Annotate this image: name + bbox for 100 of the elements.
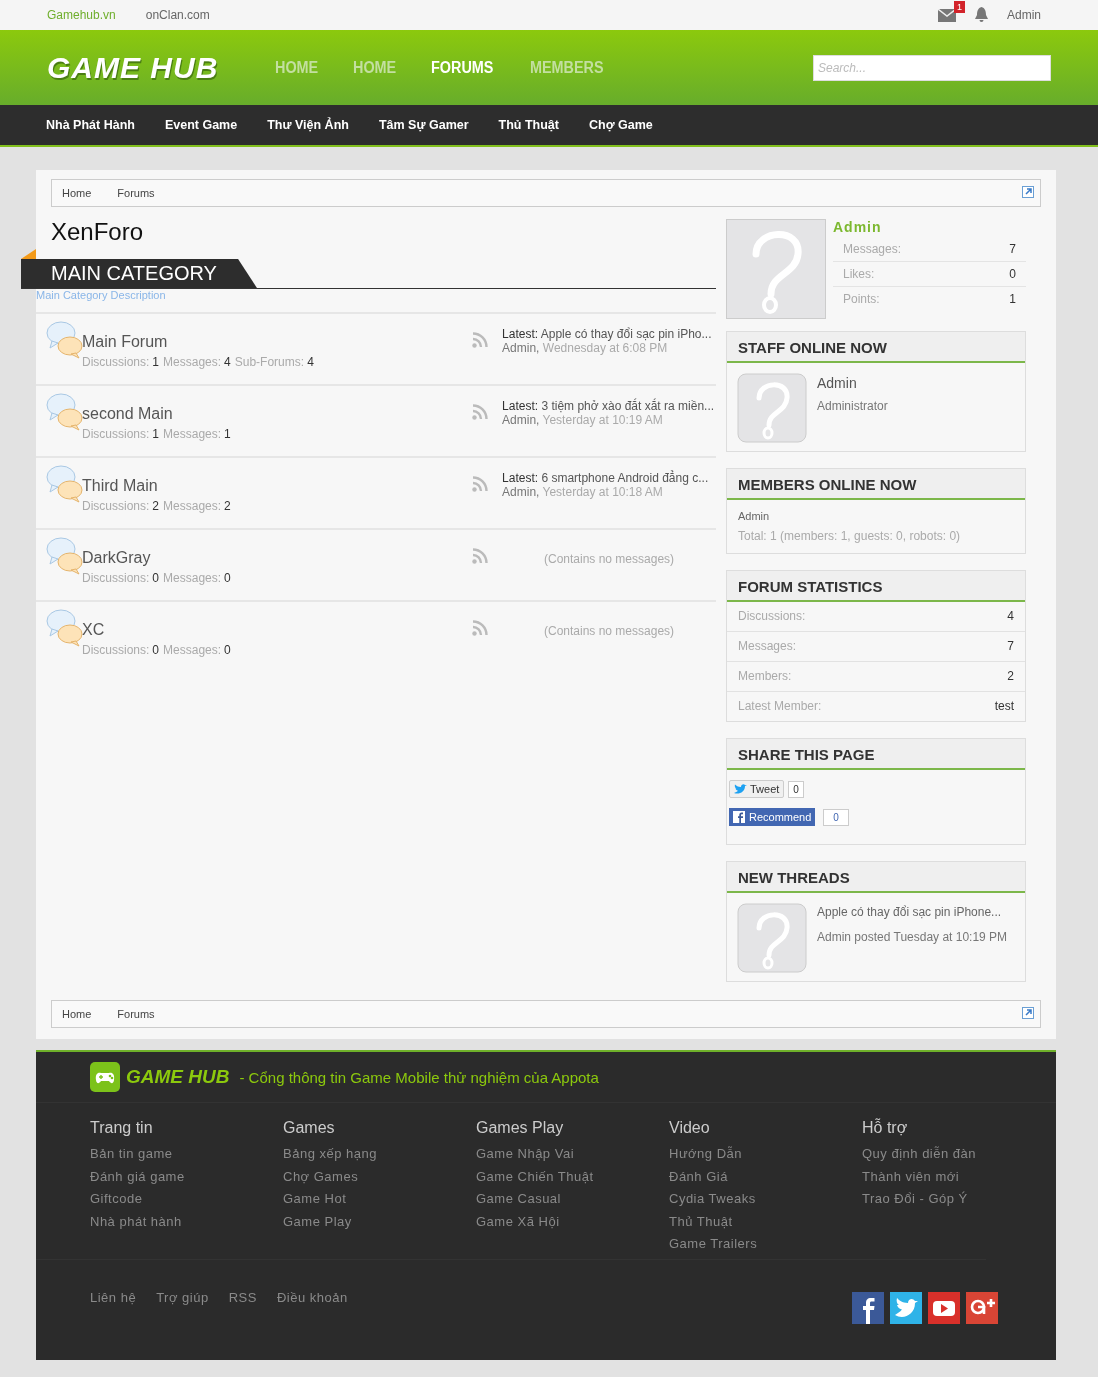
staff-name[interactable]: Admin <box>817 375 888 391</box>
stat-value: 7 <box>1009 242 1016 256</box>
nav-link[interactable]: Tâm Sự Gamer <box>378 118 469 132</box>
search-field[interactable]: Search... <box>813 54 1051 81</box>
footer-link[interactable]: Chợ Games <box>283 1165 476 1188</box>
plus-icon[interactable] <box>966 1292 998 1324</box>
footer-link[interactable]: Game Xã Hội <box>476 1210 669 1233</box>
member-link[interactable]: Admin <box>738 510 1014 522</box>
stat-label: Messages: <box>843 242 902 256</box>
footer-link[interactable]: Đánh Giá <box>669 1165 862 1188</box>
video-play-icon[interactable] <box>928 1292 960 1324</box>
footer-link[interactable]: Game Hot <box>283 1188 476 1211</box>
facebook-icon[interactable] <box>852 1292 884 1324</box>
forum-title[interactable]: second Main <box>82 405 473 423</box>
stat-value: 4 <box>1007 609 1014 623</box>
rss-icon[interactable] <box>472 548 489 564</box>
jump-icon[interactable] <box>1022 1007 1034 1019</box>
nav-link[interactable]: Thư Viện Ảnh <box>267 118 349 132</box>
bird-icon[interactable] <box>890 1292 922 1324</box>
stat-value: 1 <box>1009 292 1016 306</box>
footer-link[interactable]: Đánh giá game <box>90 1165 283 1188</box>
footer-link[interactable]: Trao Đổi - Góp Ý <box>862 1188 1055 1211</box>
footer-link[interactable]: Điều khoản <box>276 1290 348 1305</box>
footer-link[interactable]: Game Trailers <box>669 1233 862 1256</box>
footer-link[interactable]: Game Chiến Thuật <box>476 1165 669 1188</box>
stat-label: Latest Member: <box>738 699 822 713</box>
stat-value: 4 <box>224 355 231 369</box>
forum-title[interactable]: Main Forum <box>82 333 473 351</box>
post-time: Yesterday at 10:19 AM <box>542 413 663 427</box>
footer-link[interactable]: Trợ giúp <box>156 1290 209 1305</box>
footer-logo[interactable]: GAME HUB <box>126 1066 230 1088</box>
footer-link[interactable]: Giftcode <box>90 1188 283 1211</box>
speech-bubbles-icon <box>46 465 84 503</box>
latest-thread-link[interactable]: 6 smartphone Android đẳng c... <box>541 471 709 485</box>
footer-link[interactable]: Liên hệ <box>90 1290 137 1305</box>
nav-link[interactable]: Event Game <box>164 118 238 132</box>
nav-tab[interactable]: FORUMS <box>431 58 494 77</box>
mail-icon[interactable] <box>938 8 956 22</box>
jump-icon[interactable] <box>1022 186 1034 198</box>
nav-link[interactable]: Chợ Game <box>589 118 653 132</box>
footer-link[interactable]: RSS <box>228 1290 257 1305</box>
footer-link[interactable]: Nhà phát hành <box>90 1210 283 1233</box>
footer-link[interactable]: Game Play <box>283 1210 476 1233</box>
footer-link[interactable]: Thủ Thuật <box>669 1210 862 1233</box>
footer-heading: Trang tin <box>90 1119 154 1137</box>
bell-icon[interactable] <box>974 7 989 23</box>
footer-heading: Games Play <box>476 1119 565 1137</box>
panel-heading: STAFF ONLINE NOW <box>727 332 1025 363</box>
stat-value: 0 <box>224 571 231 585</box>
forum-title[interactable]: XC <box>82 621 473 639</box>
user-link[interactable]: Admin, <box>502 341 540 355</box>
speech-bubbles-icon <box>46 393 84 431</box>
breadcrumb-link[interactable]: Forums <box>117 1001 175 1027</box>
footer-link[interactable]: Bảng xếp hạng <box>283 1143 476 1166</box>
user-link[interactable]: Admin, <box>502 413 540 427</box>
stat-label: Discussions: <box>82 643 150 657</box>
latest-thread-link[interactable]: Apple có thay đổi sạc pin iPho... <box>540 327 712 341</box>
avatar-placeholder[interactable] <box>737 373 807 443</box>
forum-title[interactable]: DarkGray <box>82 549 473 567</box>
panel-heading: MEMBERS ONLINE NOW <box>727 469 1025 500</box>
rss-icon[interactable] <box>472 476 489 492</box>
footer-link[interactable]: Game Casual <box>476 1188 669 1211</box>
forum-title[interactable]: Third Main <box>82 477 473 495</box>
breadcrumb-link[interactable]: Home <box>62 180 118 206</box>
gamepad-icon <box>90 1062 120 1092</box>
footer-link[interactable]: Game Nhập Vai <box>476 1143 669 1166</box>
latest-thread-link[interactable]: 3 tiệm phở xào đắt xắt ra miền... <box>541 399 715 413</box>
recommend-button[interactable]: Recommend <box>729 808 816 826</box>
logo[interactable]: GAME HUB <box>47 50 247 85</box>
panel-heading: SHARE THIS PAGE <box>727 739 1025 770</box>
rss-icon[interactable] <box>472 620 489 636</box>
footer-link[interactable]: Quy định diễn đàn <box>862 1143 1055 1166</box>
footer-link[interactable]: Bản tin game <box>90 1143 283 1166</box>
visitor-name[interactable]: Admin <box>833 219 1026 235</box>
top-link[interactable]: onClan.com <box>145 8 210 22</box>
stat-label: Messages: <box>163 571 222 585</box>
stat-value: 2 <box>1007 669 1014 683</box>
thread-link[interactable]: Apple có thay đổi sạc pin iPhone... <box>817 905 1008 919</box>
category-description: Main Category Description <box>36 289 167 301</box>
rss-icon[interactable] <box>472 332 489 348</box>
breadcrumb-link[interactable]: Home <box>62 1001 118 1027</box>
category-header[interactable]: MAIN CATEGORY <box>21 259 257 288</box>
staff-role: Administrator <box>817 399 888 413</box>
nav-link[interactable]: Nhà Phát Hành <box>46 118 135 132</box>
post-time: Yesterday at 10:18 AM <box>542 485 663 499</box>
rss-icon[interactable] <box>472 404 489 420</box>
footer-link[interactable]: Cydia Tweaks <box>669 1188 862 1211</box>
breadcrumb-link[interactable]: Forums <box>117 180 175 206</box>
footer-link[interactable]: Thành viên mới <box>862 1165 1055 1188</box>
tweet-button[interactable]: Tweet <box>729 780 785 798</box>
user-link[interactable]: Admin <box>1007 8 1041 22</box>
user-link[interactable]: Admin, <box>502 485 540 499</box>
latest-label: Latest: <box>502 399 539 413</box>
panel-heading: FORUM STATISTICS <box>727 571 1025 602</box>
online-total: Total: 1 (members: 1, guests: 0, robots: 0) <box>738 529 962 543</box>
tagline: - Cổng thông tin Game Mobile thử nghiệm của Appota <box>239 1068 599 1086</box>
footer-link[interactable]: Hướng Dẫn <box>669 1143 862 1166</box>
nav-link[interactable]: Thủ Thuật <box>498 118 559 132</box>
avatar-placeholder[interactable] <box>737 903 807 973</box>
top-link[interactable]: Gamehub.vn <box>47 8 116 22</box>
